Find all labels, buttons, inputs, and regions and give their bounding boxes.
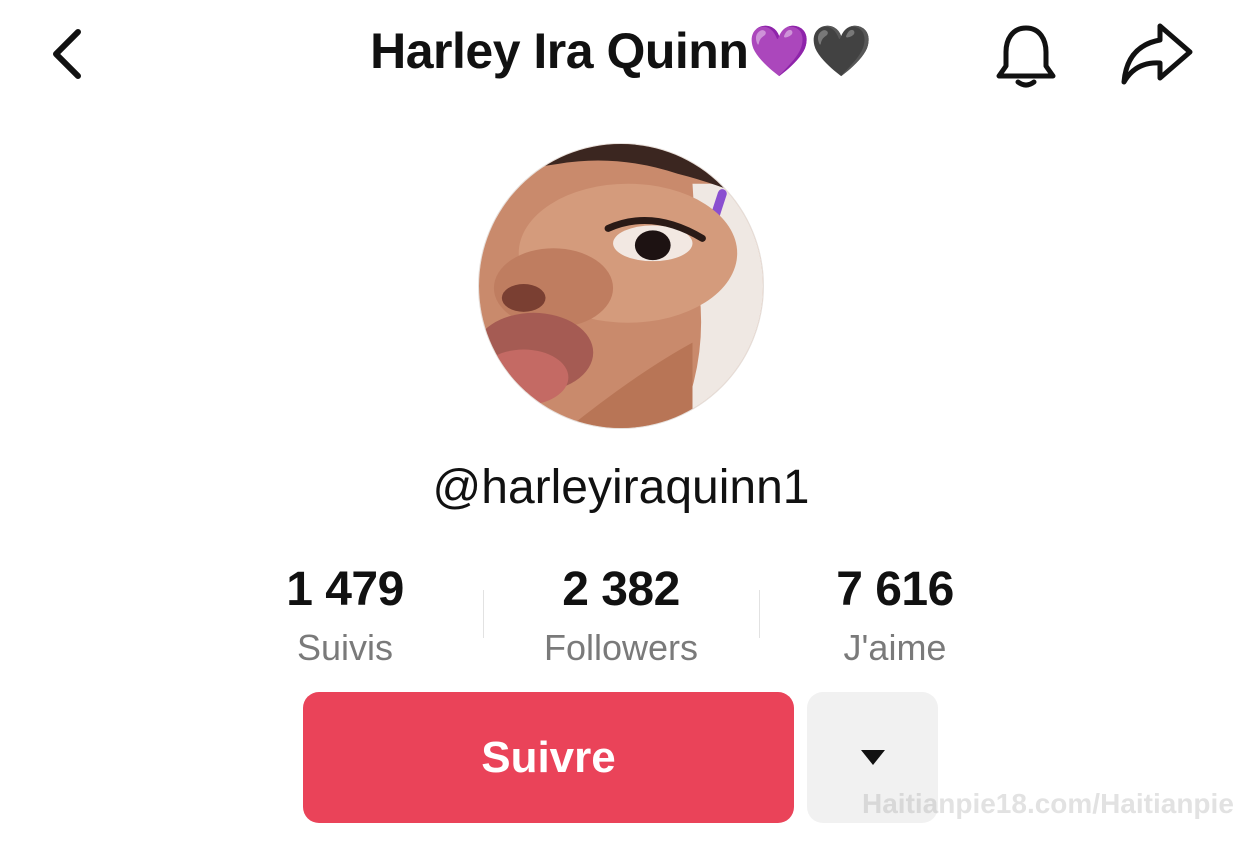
- profile-stats: 1 479 Suivis 2 382 Followers 7 616 J'aim…: [230, 560, 1012, 680]
- profile-photo: [479, 144, 763, 428]
- stat-label: J'aime: [843, 627, 947, 668]
- page-title: Harley Ira Quinn💜🖤: [370, 23, 872, 79]
- stat-likes[interactable]: 7 616 J'aime: [775, 560, 1015, 674]
- share-button[interactable]: [1118, 18, 1196, 90]
- back-button[interactable]: [44, 22, 92, 86]
- stat-followers[interactable]: 2 382 Followers: [501, 560, 741, 674]
- stat-following[interactable]: 1 479 Suivis: [225, 560, 465, 674]
- username-handle: @harleyiraquinn1: [432, 461, 810, 514]
- chevron-left-icon: [53, 29, 81, 79]
- caret-down-icon: [860, 749, 885, 765]
- stat-divider: [759, 590, 760, 638]
- stat-value: 2 382: [562, 563, 680, 616]
- stat-label: Suivis: [296, 627, 394, 668]
- stat-label: Followers: [543, 627, 699, 668]
- stat-value: 1 479: [286, 563, 404, 616]
- stat-divider: [483, 590, 484, 638]
- watermark: Haitianpie18.com/Haitianpie: [862, 788, 1234, 819]
- avatar[interactable]: [478, 143, 764, 429]
- top-bar: Harley Ira Quinn💜🖤: [0, 0, 1242, 110]
- share-arrow-icon: [1121, 23, 1193, 85]
- notifications-button[interactable]: [990, 20, 1062, 92]
- follow-button[interactable]: Suivre: [303, 692, 794, 823]
- stat-value: 7 616: [836, 563, 954, 616]
- bell-icon: [996, 25, 1056, 88]
